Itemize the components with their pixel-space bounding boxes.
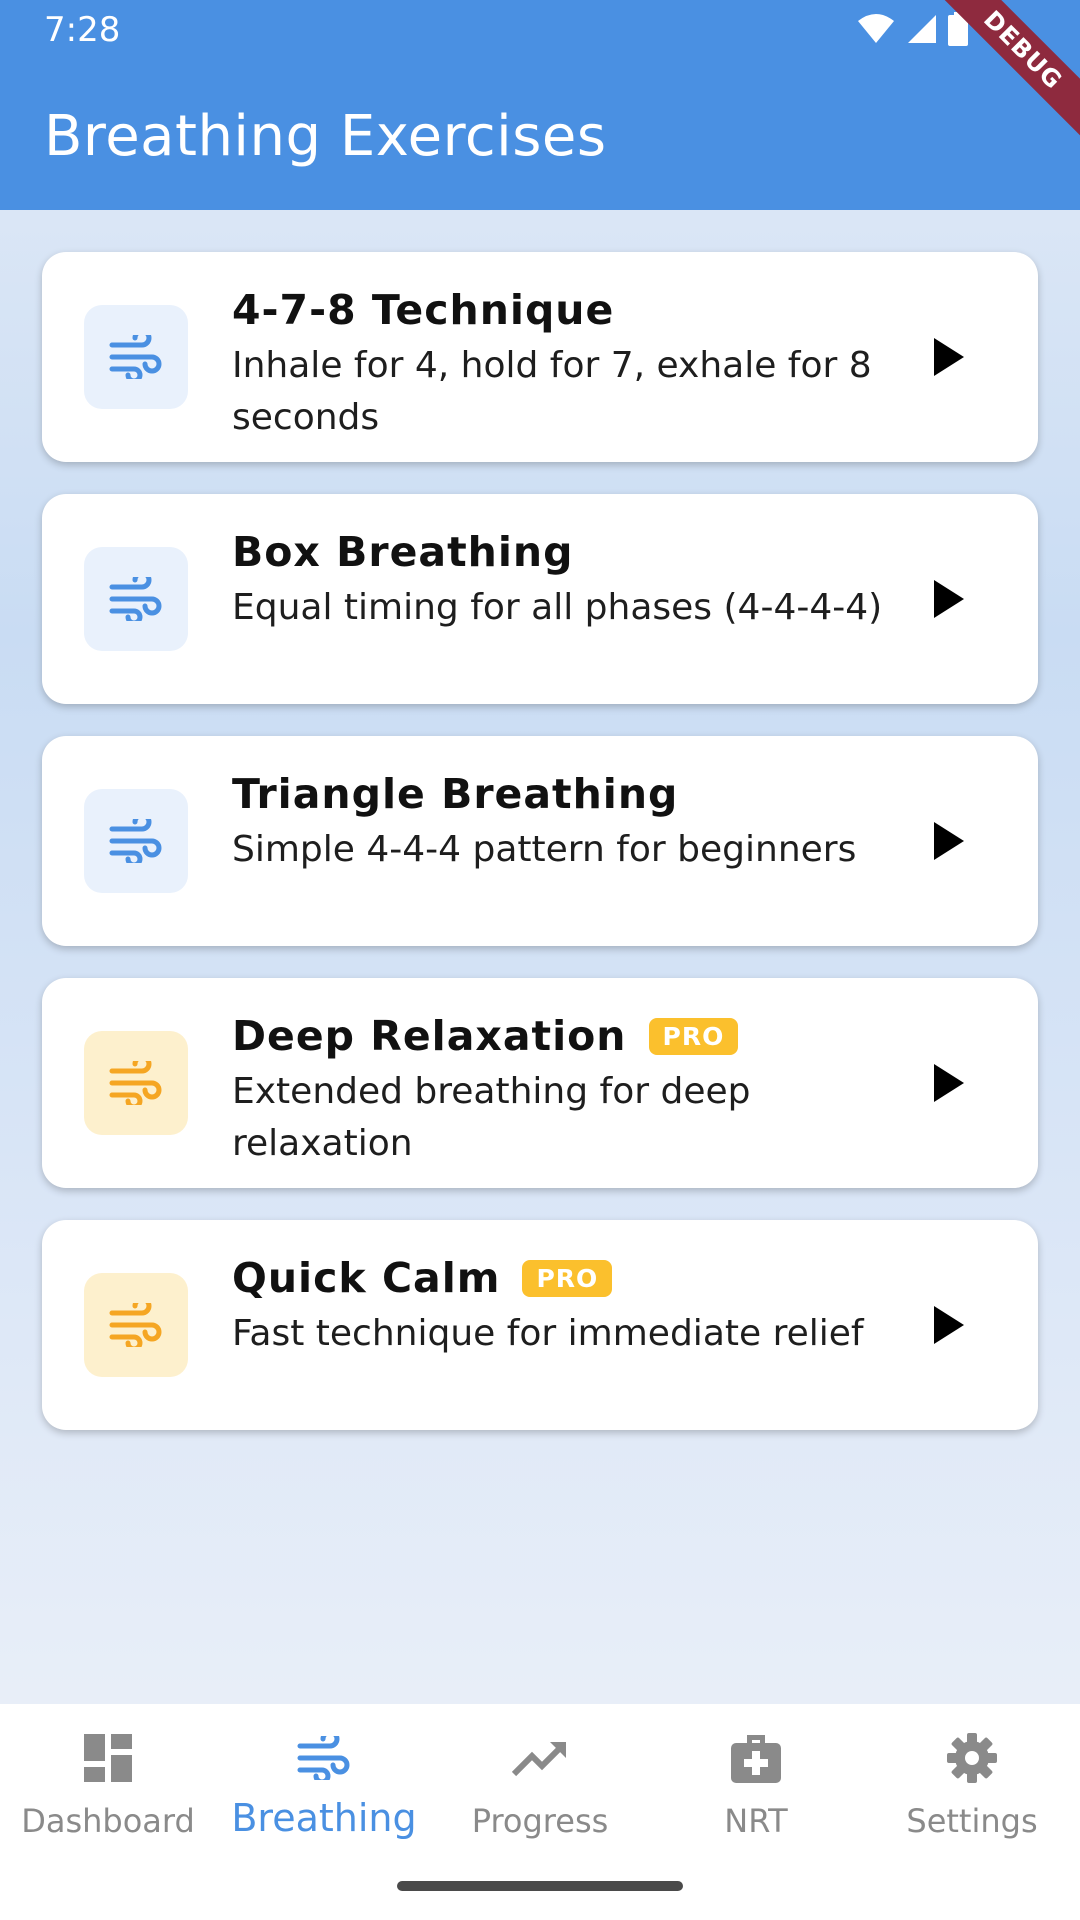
dashboard-icon xyxy=(84,1734,132,1782)
nav-label: Progress xyxy=(471,1802,609,1840)
exercise-card-triangle-breathing[interactable]: Triangle Breathing Simple 4-4-4 pattern … xyxy=(42,736,1038,946)
medical-kit-icon xyxy=(731,1735,781,1783)
exercise-title: 4-7-8 Technique xyxy=(232,286,615,334)
trending-up-icon xyxy=(512,1742,566,1777)
gear-icon xyxy=(947,1733,997,1783)
exercise-list: 4-7-8 Technique Inhale for 4, hold for 7… xyxy=(42,252,1038,1462)
exercise-description: Simple 4-4-4 pattern for beginners xyxy=(232,829,857,870)
exercise-card-box-breathing[interactable]: Box Breathing Equal timing for all phase… xyxy=(42,494,1038,704)
nav-item-progress[interactable]: Progress xyxy=(432,1728,648,1840)
nav-label: Settings xyxy=(906,1802,1038,1840)
air-icon xyxy=(109,1303,162,1347)
exercise-text: Quick Calm PRO Fast technique for immedi… xyxy=(232,1250,912,1360)
exercise-text: Triangle Breathing Simple 4-4-4 pattern … xyxy=(232,766,912,876)
air-icon xyxy=(109,1061,162,1105)
nav-label: NRT xyxy=(724,1802,788,1840)
home-indicator[interactable] xyxy=(397,1881,683,1891)
page-title: Breathing Exercises xyxy=(44,104,607,169)
air-icon xyxy=(109,335,162,379)
nav-label: Dashboard xyxy=(21,1802,195,1840)
pro-badge: PRO xyxy=(648,1017,739,1055)
exercise-text: Box Breathing Equal timing for all phase… xyxy=(232,524,912,634)
exercise-card-deep-relaxation[interactable]: Deep Relaxation PRO Extended breathing f… xyxy=(42,978,1038,1188)
exercise-title: Quick Calm xyxy=(232,1254,501,1302)
app-bar: 7:28 Breathing Exercises DEBUG xyxy=(0,0,1080,210)
exercise-title: Deep Relaxation xyxy=(232,1012,627,1060)
exercise-title-row: Quick Calm PRO xyxy=(232,1250,912,1306)
exercise-icon-container xyxy=(84,547,188,651)
play-icon[interactable] xyxy=(928,1060,968,1106)
play-icon[interactable] xyxy=(928,576,968,622)
screen: 7:28 Breathing Exercises DEBUG 4-7-8 Tec… xyxy=(0,0,1080,1920)
air-icon xyxy=(109,577,162,621)
exercise-title-row: Deep Relaxation PRO xyxy=(232,1008,912,1064)
exercise-icon-container xyxy=(84,789,188,893)
nav-item-settings[interactable]: Settings xyxy=(864,1728,1080,1840)
exercise-description: Equal timing for all phases (4-4-4-4) xyxy=(232,587,883,628)
status-time: 7:28 xyxy=(44,10,121,50)
exercise-card-4-7-8[interactable]: 4-7-8 Technique Inhale for 4, hold for 7… xyxy=(42,252,1038,462)
exercise-description: Inhale for 4, hold for 7, exhale for 8 s… xyxy=(232,345,872,438)
status-icons xyxy=(856,12,968,46)
exercise-title-row: 4-7-8 Technique xyxy=(232,282,912,338)
exercise-description: Extended breathing for deep relaxation xyxy=(232,1071,751,1164)
air-icon xyxy=(109,819,162,863)
exercise-title-row: Triangle Breathing xyxy=(232,766,912,822)
exercise-card-quick-calm[interactable]: Quick Calm PRO Fast technique for immedi… xyxy=(42,1220,1038,1430)
exercise-icon-container xyxy=(84,305,188,409)
exercise-icon-container xyxy=(84,1031,188,1135)
play-icon[interactable] xyxy=(928,334,968,380)
nav-item-nrt[interactable]: NRT xyxy=(648,1728,864,1840)
wifi-icon xyxy=(858,14,894,43)
exercise-title: Triangle Breathing xyxy=(232,770,679,818)
exercise-icon-container xyxy=(84,1273,188,1377)
exercise-text: Deep Relaxation PRO Extended breathing f… xyxy=(232,1008,912,1170)
nav-item-breathing[interactable]: Breathing xyxy=(216,1728,432,1840)
play-icon[interactable] xyxy=(928,818,968,864)
exercise-title-row: Box Breathing xyxy=(232,524,912,580)
cellular-signal-icon xyxy=(908,15,936,43)
exercise-description: Fast technique for immediate relief xyxy=(232,1313,864,1354)
nav-item-dashboard[interactable]: Dashboard xyxy=(0,1728,216,1840)
pro-badge: PRO xyxy=(522,1259,613,1297)
play-icon[interactable] xyxy=(928,1302,968,1348)
nav-label: Breathing xyxy=(231,1796,417,1840)
air-icon xyxy=(297,1736,350,1780)
exercise-title: Box Breathing xyxy=(232,528,574,576)
exercise-text: 4-7-8 Technique Inhale for 4, hold for 7… xyxy=(232,282,912,444)
